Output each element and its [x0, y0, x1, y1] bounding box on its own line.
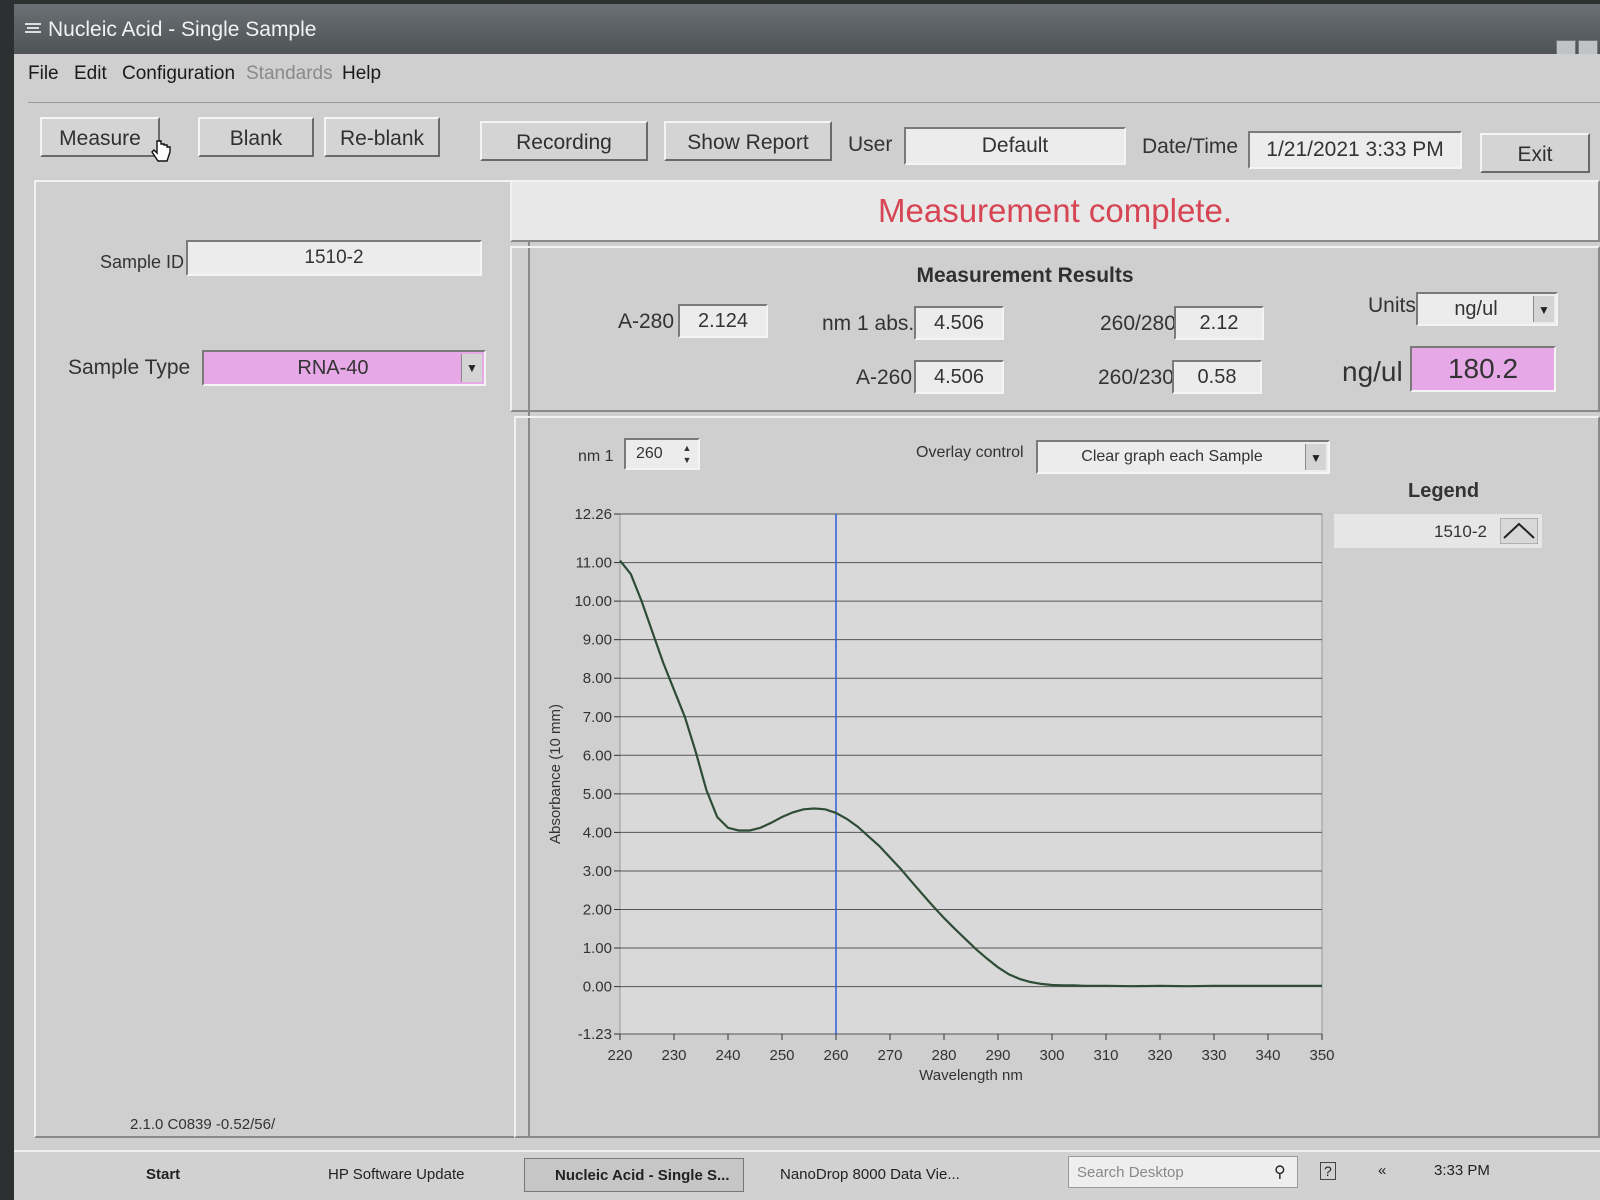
ratio-260-280-value: 2.12 [1174, 306, 1264, 340]
units-label: Units [1368, 294, 1416, 317]
x-tick-label: 220 [607, 1047, 632, 1064]
x-tick-label: 320 [1147, 1047, 1172, 1064]
app-icon [25, 23, 41, 33]
x-tick-label: 350 [1309, 1047, 1334, 1064]
ratio-260-230-label: 260/230 [1098, 366, 1174, 389]
a280-value: 2.124 [678, 304, 768, 338]
window-title: Nucleic Acid - Single Sample [48, 18, 317, 41]
taskbar: Start HP Software Update Nucleic Acid - … [14, 1150, 1600, 1200]
chevron-left-icon[interactable]: « [1378, 1162, 1386, 1179]
clock: 3:33 PM [1434, 1162, 1490, 1179]
taskbar-nanodrop-label: NanoDrop 8000 Data Vie... [780, 1166, 960, 1183]
start-button[interactable]: Start [118, 1158, 180, 1192]
sample-id-input[interactable]: 1510-2 [186, 240, 482, 276]
y-tick-label: 5.00 [583, 786, 612, 803]
graph-panel: nm 1 260 ▲ ▼ Overlay control Clear graph … [514, 416, 1600, 1138]
y-tick-label: 0.00 [583, 979, 612, 996]
results-title: Measurement Results [916, 264, 1134, 287]
x-tick-label: 290 [985, 1047, 1010, 1064]
plot-area [619, 513, 1323, 1035]
hand-cursor-icon [151, 140, 171, 162]
sample-id-label: Sample ID [100, 252, 185, 272]
results-panel: Measurement Results A-280 2.124 nm 1 abs… [510, 246, 1600, 412]
nm1-abs-label: nm 1 abs. [822, 312, 915, 335]
y-tick-label: 2.00 [583, 901, 612, 918]
a260-label: A-260 [856, 366, 913, 389]
x-tick-label: 270 [877, 1047, 902, 1064]
reblank-button[interactable]: Re-blank [324, 117, 440, 157]
y-tick-label: 3.00 [583, 863, 612, 880]
x-tick-label: 240 [715, 1047, 740, 1064]
menu-bar: File Edit Configuration Standards Help [14, 54, 1600, 94]
y-axis-label: Absorbance (10 mm) [547, 704, 564, 844]
user-label: User [848, 133, 893, 156]
y-tick-label: 12.26 [574, 506, 612, 523]
taskbar-hp-update-label: HP Software Update [328, 1166, 465, 1183]
nm1-abs-value: 4.506 [914, 306, 1004, 340]
search-desktop-input[interactable]: Search Desktop [1068, 1156, 1298, 1188]
y-tick-label: 1.00 [583, 940, 612, 957]
menu-file[interactable]: File [28, 63, 59, 85]
recording-button[interactable]: Recording [480, 121, 648, 161]
a280-label: A-280 [618, 310, 675, 333]
y-tick-label: 7.00 [583, 709, 612, 726]
start-label: Start [146, 1166, 181, 1183]
x-tick-label: 340 [1255, 1047, 1280, 1064]
sample-type-value: RNA-40 [297, 357, 369, 379]
x-tick-label: 280 [931, 1047, 956, 1064]
y-tick-label: 8.00 [583, 670, 612, 687]
ratio-260-280-label: 260/280 [1100, 312, 1176, 335]
show-report-button[interactable]: Show Report [664, 121, 832, 161]
blank-button[interactable]: Blank [198, 117, 314, 157]
absorbance-chart: 12.26 11.00 10.00 9.00 8.00 7.00 6.00 5.00 4.00 3… [547, 506, 1335, 1084]
taskbar-hp-update[interactable]: HP Software Update [300, 1158, 464, 1192]
units-value: ng/ul [1454, 298, 1498, 320]
taskbar-nucleic-acid-label: Nucleic Acid - Single S... [555, 1167, 730, 1184]
x-tick-label: 310 [1093, 1047, 1118, 1064]
sample-type-label: Sample Type [68, 356, 191, 379]
x-axis-label: Wavelength nm [919, 1067, 1023, 1084]
y-tick-label: 9.00 [583, 632, 612, 649]
y-tick-label: 10.00 [574, 593, 612, 610]
status-panel: Measurement complete. [510, 180, 1600, 242]
datetime-label: Date/Time [1142, 135, 1239, 158]
menu-standards[interactable]: Standards [246, 63, 333, 85]
y-tick-label: 4.00 [583, 824, 612, 841]
x-tick-label: 230 [661, 1047, 686, 1064]
title-bar: Nucleic Acid - Single Sample [14, 4, 1600, 60]
sample-type-select[interactable]: RNA-40 ▼ [202, 350, 486, 386]
taskbar-nanodrop[interactable]: NanoDrop 8000 Data Vie... [750, 1158, 970, 1192]
exit-button[interactable]: Exit [1480, 133, 1590, 173]
concentration-value: 180.2 [1410, 346, 1556, 392]
status-message: Measurement complete. [878, 192, 1232, 229]
x-tick-label: 330 [1201, 1047, 1226, 1064]
units-select[interactable]: ng/ul ▼ [1416, 292, 1558, 326]
y-tick-label: 11.00 [576, 555, 612, 572]
menu-configuration[interactable]: Configuration [122, 63, 235, 85]
taskbar-nucleic-acid[interactable]: Nucleic Acid - Single S... [524, 1158, 744, 1192]
menu-help[interactable]: Help [342, 63, 381, 85]
chevron-down-icon[interactable]: ▼ [461, 354, 482, 382]
toolbar: Measure Blank Re-blank Recording Show Re… [28, 102, 1600, 173]
x-tick-label: 250 [769, 1047, 794, 1064]
x-tick-label: 300 [1039, 1047, 1064, 1064]
concentration-label: ng/ul [1342, 356, 1403, 387]
version-text: 2.1.0 C0839 -0.52/56/ [130, 1116, 276, 1133]
y-tick-label: 6.00 [583, 747, 612, 764]
chevron-down-icon[interactable]: ▼ [1533, 296, 1554, 322]
user-field[interactable]: Default [904, 127, 1126, 165]
datetime-field: 1/21/2021 3:33 PM [1248, 131, 1462, 169]
measure-button[interactable]: Measure [40, 117, 160, 157]
ratio-260-230-value: 0.58 [1172, 360, 1262, 394]
search-icon[interactable]: ⚲ [1274, 1162, 1286, 1182]
app-screen: Nucleic Acid - Single Sample File Edit C… [14, 4, 1600, 1200]
sample-panel: Sample ID 1510-2 Sample Type RNA-40 ▼ 2.… [34, 180, 530, 1138]
y-tick-label: -1.23 [578, 1026, 612, 1043]
x-tick-label: 260 [823, 1047, 848, 1064]
a260-value: 4.506 [914, 360, 1004, 394]
menu-edit[interactable]: Edit [74, 63, 107, 85]
help-icon[interactable]: ? [1320, 1162, 1336, 1180]
